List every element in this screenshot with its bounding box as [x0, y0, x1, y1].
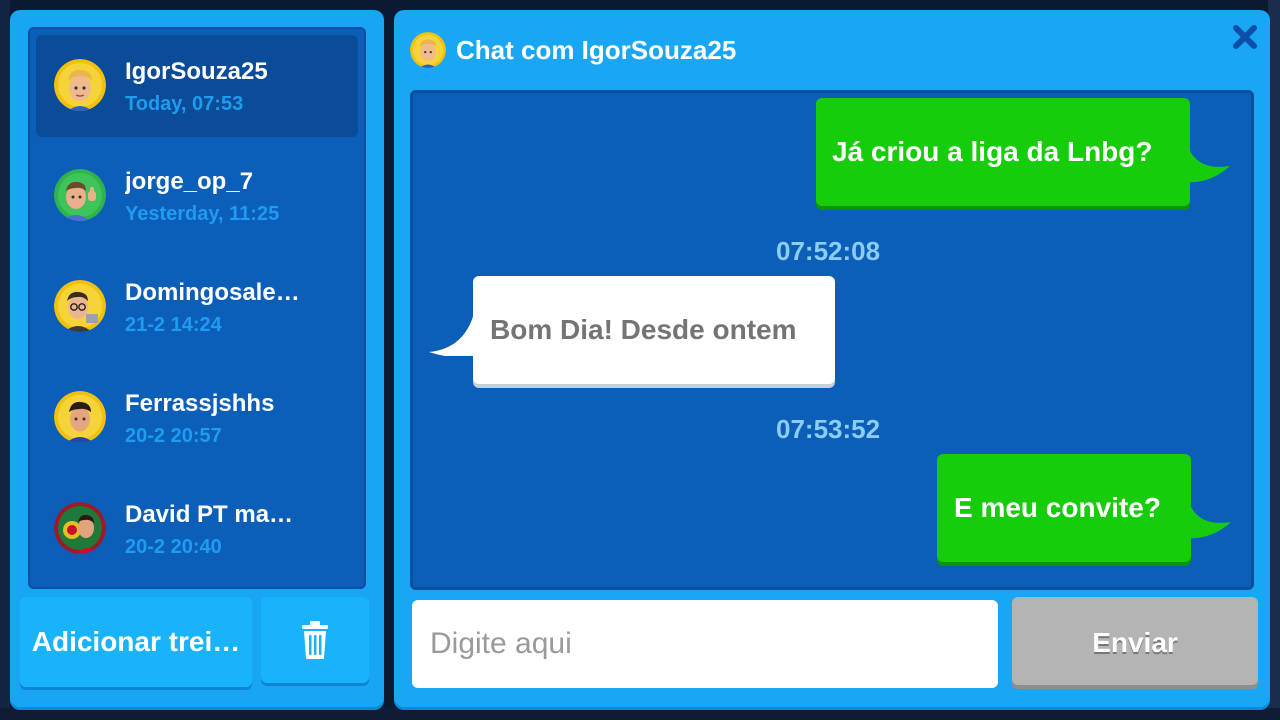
bubble-tail — [429, 298, 477, 356]
chat-avatar-icon — [410, 32, 446, 68]
contact-name: Domingosale… — [125, 279, 300, 306]
delete-conversation-button[interactable] — [261, 597, 369, 683]
message-incoming: Bom Dia! Desde ontem — [429, 276, 835, 384]
contact-name: jorge_op_7 — [125, 168, 254, 195]
send-button[interactable]: Enviar — [1012, 597, 1258, 689]
close-button[interactable] — [1228, 20, 1262, 54]
contact-name: David PT ma… — [125, 501, 294, 528]
message-area[interactable]: Já criou a liga da Lnbg? 07:52:08 Bom Di… — [410, 90, 1254, 590]
contact-item-domingosale[interactable]: Domingosale… 21-2 14:24 — [36, 256, 358, 358]
chat-header: Chat com IgorSouza25 — [410, 32, 736, 68]
contact-name: IgorSouza25 — [125, 58, 268, 85]
bubble-tail — [1187, 494, 1231, 539]
send-label: Enviar — [1092, 627, 1178, 658]
background-edge-left — [0, 0, 10, 720]
message-text: E meu convite? — [954, 492, 1161, 523]
contact-item-jorge-op-7[interactable]: jorge_op_7 Yesterday, 11:25 — [36, 145, 358, 247]
message-timestamp: 07:53:52 — [776, 414, 881, 444]
contact-item-david-pt[interactable]: David PT ma… 20-2 20:40 — [36, 478, 358, 580]
avatar-portugal-player-icon — [54, 502, 106, 554]
message-outgoing: Já criou a liga da Lnbg? — [816, 98, 1230, 206]
contact-last-time: 20-2 20:40 — [125, 536, 222, 558]
bubble-tail — [1186, 138, 1230, 183]
close-icon — [1233, 25, 1257, 49]
contact-list[interactable]: IgorSouza25 Today, 07:53 jorge_op_7 Yest… — [28, 27, 366, 589]
avatar-dark-hair-player-icon — [54, 391, 106, 443]
chat-title: Chat com IgorSouza25 — [456, 34, 737, 65]
contact-name: Ferrassjshhs — [125, 390, 275, 417]
contact-last-time: 21-2 14:24 — [125, 314, 222, 336]
add-trainer-label: Adicionar trei… — [31, 626, 241, 657]
chat-panel: Chat com IgorSouza25 Já criou a liga da … — [394, 10, 1270, 710]
message-outgoing: E meu convite? — [937, 454, 1231, 562]
avatar-thumbs-up-player-icon — [54, 169, 106, 221]
message-timestamp: 07:52:08 — [776, 236, 881, 266]
add-trainer-button[interactable]: Adicionar trei… — [20, 597, 252, 687]
contact-last-time: Today, 07:53 — [125, 93, 244, 115]
contact-item-igorsouza25[interactable]: IgorSouza25 Today, 07:53 — [36, 35, 358, 137]
contact-last-time: Yesterday, 11:25 — [125, 203, 280, 225]
contact-item-ferrassjshhs[interactable]: Ferrassjshhs 20-2 20:57 — [36, 367, 358, 469]
message-input[interactable] — [412, 600, 998, 688]
contact-last-time: 20-2 20:57 — [125, 425, 222, 447]
conversations-panel: IgorSouza25 Today, 07:53 jorge_op_7 Yest… — [10, 10, 384, 710]
trash-icon — [302, 621, 328, 659]
message-text: Já criou a liga da Lnbg? — [832, 136, 1153, 167]
avatar-blond-player-icon — [54, 59, 106, 111]
message-text: Bom Dia! Desde ontem — [490, 314, 797, 345]
avatar-glasses-player-icon — [54, 280, 106, 332]
